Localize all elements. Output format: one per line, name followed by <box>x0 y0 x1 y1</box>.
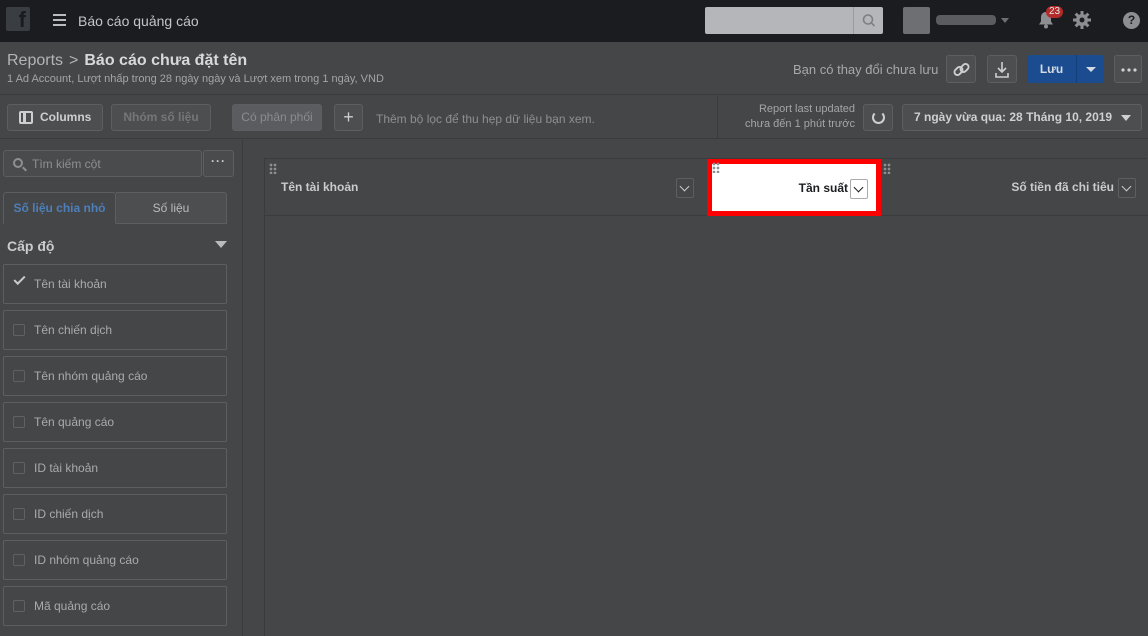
help-icon[interactable]: ? <box>1123 12 1140 29</box>
chevron-down-icon <box>1001 18 1009 23</box>
chevron-down-icon <box>1121 115 1131 121</box>
report-subtitle: 1 Ad Account, Lượt nhấp trong 28 ngày ng… <box>7 73 384 85</box>
facebook-logo-icon[interactable]: f <box>6 7 30 31</box>
settings-button[interactable] <box>1072 10 1092 30</box>
column-menu-button[interactable] <box>1118 178 1136 198</box>
filter-hint-text: Thêm bộ lọc để thu hẹp dữ liệu bạn xem. <box>376 112 595 126</box>
sidebar-more-button[interactable]: ··· <box>203 150 234 177</box>
checkbox[interactable] <box>13 324 25 336</box>
top-navigation-bar: f Báo cáo quảng cáo 23 ? <box>0 0 1148 42</box>
search-icon <box>13 158 23 168</box>
breadcrumb: Reports > Báo cáo chưa đặt tên <box>7 52 247 70</box>
refresh-icon <box>872 111 885 124</box>
metric-groups-button[interactable]: Nhóm số liệu <box>111 104 211 131</box>
checkbox[interactable] <box>13 370 25 382</box>
more-icon <box>1121 68 1137 72</box>
columns-button[interactable]: Columns <box>7 104 103 131</box>
search-icon <box>862 14 876 27</box>
link-icon <box>953 63 970 76</box>
dimension-item-account-id[interactable]: ID tài khoản <box>3 448 227 488</box>
collapse-caret-icon[interactable] <box>215 241 227 248</box>
download-icon <box>995 62 1009 78</box>
column-header-amount-spent[interactable]: Số tiền đã chi tiêu <box>1011 180 1114 194</box>
tab-metrics[interactable]: Số liệu <box>116 192 227 224</box>
checkbox[interactable] <box>13 600 25 612</box>
breadcrumb-reports-link[interactable]: Reports <box>7 52 63 69</box>
avatar <box>903 7 930 34</box>
drag-handle-icon[interactable] <box>883 163 891 174</box>
date-range-label: 7 ngày vừa qua: 28 Tháng 10, 2019 <box>914 110 1113 124</box>
dimension-item-campaign-id[interactable]: ID chiến dịch <box>3 494 227 534</box>
checkbox[interactable] <box>13 508 25 520</box>
last-updated-text: Report last updated chưa đến 1 phút trướ… <box>745 103 855 130</box>
report-title[interactable]: Báo cáo chưa đặt tên <box>84 52 247 69</box>
column-menu-button[interactable] <box>676 178 694 198</box>
dimension-item-ad-id[interactable]: Mã quảng cáo <box>3 586 227 626</box>
add-filter-button[interactable]: + <box>334 104 363 131</box>
breadcrumb-separator: > <box>69 52 79 69</box>
column-header-account-name[interactable]: Tên tài khoản <box>281 180 358 194</box>
search-button[interactable] <box>853 7 883 34</box>
columns-icon <box>19 111 33 124</box>
save-button[interactable]: Lưu <box>1027 55 1076 83</box>
dimension-item-account-name[interactable]: Tên tài khoản <box>3 264 227 304</box>
unsaved-changes-text: Bạn có thay đổi chưa lưu <box>793 62 939 77</box>
level-section-title: Cấp độ <box>7 238 55 254</box>
tab-breakdowns[interactable]: Số liệu chia nhỏ <box>3 192 116 224</box>
user-name-blurred <box>936 15 996 25</box>
column-menu-button[interactable] <box>850 179 868 199</box>
columns-label: Columns <box>40 110 92 124</box>
report-toolbar: Columns Nhóm số liệu Có phân phối + Thêm… <box>0 96 1148 139</box>
checkmark-icon <box>13 272 26 286</box>
table-header-row: Tên tài khoản Tần suất Số tiền đã chi ti… <box>265 159 1148 216</box>
toolbar-divider <box>717 96 718 139</box>
report-header: Reports > Báo cáo chưa đặt tên 1 Ad Accoun… <box>0 42 1148 95</box>
column-header-frequency[interactable]: Tần suất <box>799 181 848 195</box>
columns-sidebar: Tìm kiếm cột ··· Số liệu chia nhỏ Số liệ… <box>0 140 243 636</box>
dimension-item-campaign-name[interactable]: Tên chiến dịch <box>3 310 227 350</box>
export-button[interactable] <box>987 55 1017 83</box>
menu-icon[interactable] <box>53 14 66 26</box>
column-header-frequency-highlighted[interactable]: Tần suất <box>707 159 881 216</box>
date-range-picker[interactable]: 7 ngày vừa qua: 28 Tháng 10, 2019 <box>902 104 1142 131</box>
notification-count-badge: 23 <box>1046 6 1064 18</box>
checkbox[interactable] <box>13 554 25 566</box>
refresh-button[interactable] <box>863 104 893 131</box>
filter-chip-delivery[interactable]: Có phân phối <box>232 104 322 131</box>
dimension-item-adset-name[interactable]: Tên nhóm quảng cáo <box>3 356 227 396</box>
share-link-button[interactable] <box>946 55 976 83</box>
drag-handle-icon[interactable] <box>712 162 720 173</box>
global-search-input[interactable] <box>705 7 883 34</box>
checkbox[interactable] <box>13 416 25 428</box>
dimension-item-ad-name[interactable]: Tên quảng cáo <box>3 402 227 442</box>
drag-handle-icon[interactable] <box>269 163 277 174</box>
save-options-dropdown[interactable] <box>1076 55 1104 83</box>
report-table: Tên tài khoản Tần suất Số tiền đã chi ti… <box>264 158 1148 636</box>
user-account-menu[interactable] <box>903 7 1013 34</box>
gear-icon <box>1073 11 1091 29</box>
checkbox[interactable] <box>13 462 25 474</box>
dimension-item-adset-id[interactable]: ID nhóm quảng cáo <box>3 540 227 580</box>
app-title: Báo cáo quảng cáo <box>78 13 199 29</box>
column-search-placeholder: Tìm kiếm cột <box>32 157 101 171</box>
more-options-button[interactable] <box>1114 55 1142 83</box>
column-search-input[interactable]: Tìm kiếm cột <box>3 150 202 177</box>
